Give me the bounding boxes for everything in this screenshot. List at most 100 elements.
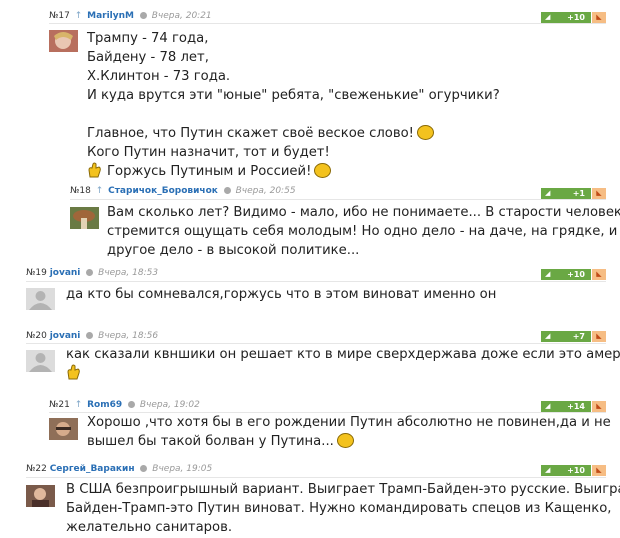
vote-down-button[interactable]: ◣ xyxy=(592,12,606,23)
thumb-up-icon: ◢ xyxy=(545,466,551,474)
comment-text: да кто бы сомневался,горжусь что в этом … xyxy=(66,285,496,304)
comment-line: как сказали квншики он решает кто в мире… xyxy=(66,347,620,362)
vote-down-button[interactable]: ◣ xyxy=(592,269,606,280)
comment-number: №17 xyxy=(49,11,70,21)
avatar-image xyxy=(49,30,78,52)
vote-down-button[interactable]: ◣ xyxy=(592,401,606,412)
comment-line: Байдену - 78 лет, xyxy=(87,50,209,65)
comment-line: Байден-Трамп-это Путин виноват. Нужно ко… xyxy=(66,501,612,516)
comment-number: №22 xyxy=(26,464,47,474)
status-dot-icon xyxy=(139,12,147,19)
comment-meta: №19 jovani Вчера, 18:53 xyxy=(26,266,158,280)
comment-line: Хорошо ,что хотя бы в его рождении Путин… xyxy=(87,415,611,430)
smiley-icon xyxy=(336,433,354,448)
default-avatar-icon xyxy=(26,288,55,310)
vote-up-button[interactable]: ◢ +10 xyxy=(541,269,591,280)
comment-divider xyxy=(70,199,606,200)
comment-rating: ◢ +14 ◣ xyxy=(541,401,606,412)
thumb-down-icon: ◣ xyxy=(596,402,602,410)
comment-line: И куда врутся эти "юные" ребята, "свежен… xyxy=(87,88,500,103)
comment-score: +7 xyxy=(572,332,585,341)
comment-text: Хорошо ,что хотя бы в его рождении Путин… xyxy=(87,413,611,451)
vote-up-button[interactable]: ◢ +7 xyxy=(541,331,591,342)
thumb-down-icon: ◣ xyxy=(596,13,602,21)
comment-meta: №22 Сергей_Варакин Вчера, 19:05 xyxy=(26,462,212,476)
comment-rating: ◢ +10 ◣ xyxy=(541,12,606,23)
avatar[interactable] xyxy=(49,418,78,440)
comment-18: №18 ↑ Старичок_Боровичок Вчера, 20:55 ◢ … xyxy=(0,180,620,263)
thumb-up-icon: ◢ xyxy=(545,402,551,410)
reply-arrow-icon: ↑ xyxy=(74,11,83,21)
comment-author-link[interactable]: Rom69 xyxy=(87,400,122,410)
vote-up-button[interactable]: ◢ +10 xyxy=(541,465,591,476)
vote-down-button[interactable]: ◣ xyxy=(592,188,606,199)
status-dot-icon xyxy=(86,332,94,339)
comment-19: №19 jovani Вчера, 18:53 ◢ +10 ◣ да кто б… xyxy=(0,263,620,322)
status-dot-icon xyxy=(86,269,94,276)
comment-number: №19 xyxy=(26,268,47,278)
thumb-down-icon: ◣ xyxy=(596,466,602,474)
comment-text: В США безпроигрышный вариант. Выиграет Т… xyxy=(66,480,620,537)
comment-score: +10 xyxy=(567,13,585,22)
default-avatar-icon xyxy=(26,350,55,372)
comment-text: Вам сколько лет? Видимо - мало, ибо не п… xyxy=(107,203,620,260)
comment-line: вышел бы такой болван у Путина... xyxy=(87,434,334,449)
thumb-up-icon: ◢ xyxy=(545,270,551,278)
comment-line-wrap: Горжусь Путиным и Россией! xyxy=(87,162,500,181)
comment-author-link[interactable]: Сергей_Варакин xyxy=(50,464,135,474)
status-dot-icon xyxy=(223,187,231,194)
comment-line: Горжусь Путиным и Россией! xyxy=(107,164,312,179)
comment-author-link[interactable]: jovani xyxy=(50,268,81,278)
comment-number: №21 xyxy=(49,400,70,410)
thumb-up-icon: ◢ xyxy=(545,189,551,197)
comment-author-link[interactable]: jovani xyxy=(50,331,81,341)
hand-icon xyxy=(88,162,101,178)
comment-meta: №21 ↑ Rom69 Вчера, 19:02 xyxy=(49,398,200,412)
avatar-image xyxy=(70,207,99,229)
comment-meta: №20 jovani Вчера, 18:56 xyxy=(26,329,158,343)
comment-line-wrap xyxy=(66,364,620,383)
comment-21: №21 ↑ Rom69 Вчера, 19:02 ◢ +14 ◣ Хорошо … xyxy=(0,393,620,458)
thumb-up-icon: ◢ xyxy=(545,13,551,21)
comment-author-link[interactable]: Старичок_Боровичок xyxy=(108,186,218,196)
avatar[interactable] xyxy=(26,288,55,310)
vote-down-button[interactable]: ◣ xyxy=(592,465,606,476)
comment-line: Трампу - 74 года, xyxy=(87,31,209,46)
avatar-image xyxy=(26,485,55,507)
comment-line-wrap: Главное, что Путин скажет своё веское сл… xyxy=(87,124,500,143)
avatar[interactable] xyxy=(49,30,78,52)
comment-line: Вам сколько лет? Видимо - мало, ибо не п… xyxy=(107,205,620,220)
avatar-image xyxy=(49,418,78,440)
comment-divider xyxy=(26,343,606,344)
status-dot-icon xyxy=(128,401,135,408)
comment-timestamp: Вчера, 18:56 xyxy=(98,331,159,341)
avatar[interactable] xyxy=(26,350,55,372)
vote-up-button[interactable]: ◢ +1 xyxy=(541,188,591,199)
comment-text: как сказали квншики он решает кто в мире… xyxy=(66,345,620,383)
comment-22: №22 Сергей_Варакин Вчера, 19:05 ◢ +10 ◣ … xyxy=(0,458,620,538)
comment-rating: ◢ +1 ◣ xyxy=(541,188,606,199)
comment-timestamp: Вчера, 19:05 xyxy=(152,464,213,474)
comment-line-wrap: вышел бы такой болван у Путина... xyxy=(87,432,611,451)
vote-up-button[interactable]: ◢ +10 xyxy=(541,12,591,23)
comment-timestamp: Вчера, 20:55 xyxy=(235,186,296,196)
comment-20: №20 jovani Вчера, 18:56 ◢ +7 ◣ как сказа… xyxy=(0,322,620,393)
comment-line: да кто бы сомневался,горжусь что в этом … xyxy=(66,287,497,302)
smiley-icon xyxy=(416,125,434,140)
avatar[interactable] xyxy=(26,485,55,507)
comment-line: Кого Путин назначит, тот и будет! xyxy=(87,145,330,160)
comment-score: +10 xyxy=(567,270,585,279)
hand-icon xyxy=(67,364,80,380)
avatar[interactable] xyxy=(70,207,99,229)
vote-up-button[interactable]: ◢ +14 xyxy=(541,401,591,412)
comment-score: +1 xyxy=(572,189,585,198)
comment-rating: ◢ +10 ◣ xyxy=(541,269,606,280)
comment-author-link[interactable]: MarilynM xyxy=(87,11,134,21)
comment-number: №20 xyxy=(26,331,47,341)
comment-line: стремится ощущать себя молодым! Но одно … xyxy=(107,224,618,239)
comment-timestamp: Вчера, 20:21 xyxy=(151,11,212,21)
comment-divider xyxy=(49,23,606,24)
vote-down-button[interactable]: ◣ xyxy=(592,331,606,342)
comment-number: №18 xyxy=(70,186,91,196)
comment-meta: №18 ↑ Старичок_Боровичок Вчера, 20:55 xyxy=(70,184,296,198)
